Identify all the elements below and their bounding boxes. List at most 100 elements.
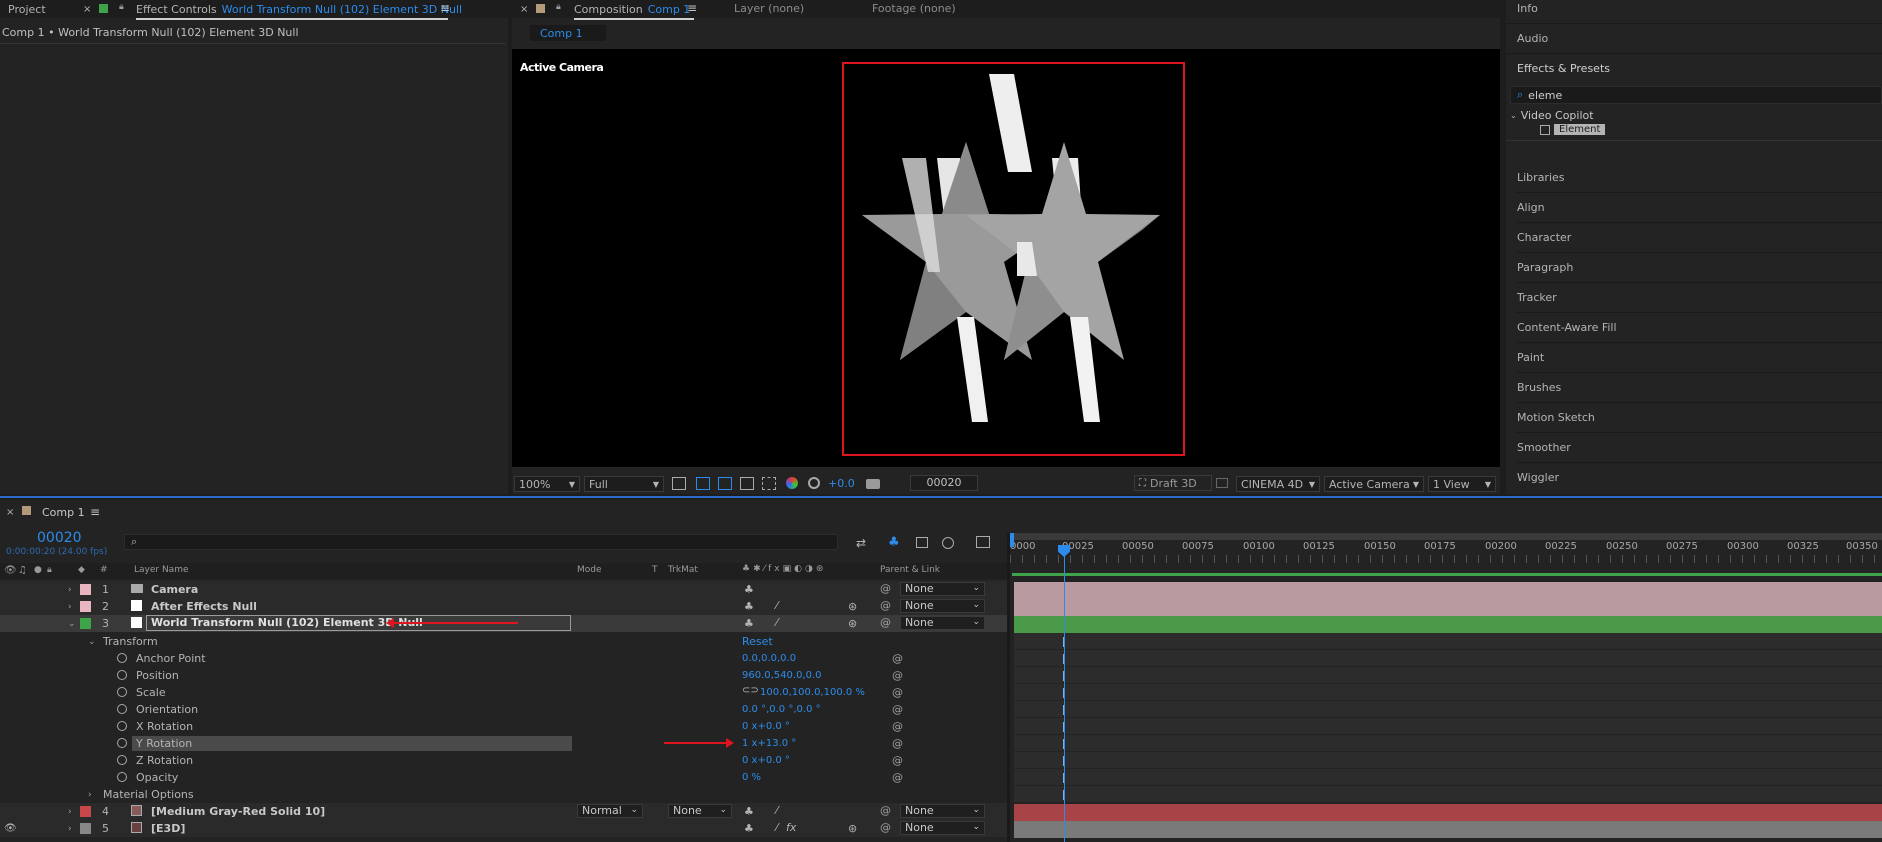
mask-visibility-icon[interactable]	[718, 477, 732, 490]
expression-pickwhip-icon[interactable]: @	[892, 686, 903, 699]
transform-group[interactable]: ⌄ Transform Reset	[0, 633, 1007, 650]
parent-dropdown[interactable]: None ⌄	[900, 821, 985, 835]
3d-ground-plane-icon[interactable]	[1216, 478, 1228, 488]
tab-layer[interactable]: Layer (none)	[734, 2, 804, 15]
shy-layers-icon[interactable]: ♣	[888, 535, 900, 550]
material-options-group[interactable]: › Material Options	[0, 786, 1007, 803]
3d-layer-icon[interactable]: ⊛	[848, 600, 857, 613]
layout-dropdown[interactable]: 1 View ▼	[1428, 476, 1496, 492]
expand-icon[interactable]: ›	[68, 807, 72, 817]
layer-row-selected[interactable]: ⌄ 3 World Transform Null (102) Element 3…	[0, 615, 1007, 632]
stopwatch-icon[interactable]	[117, 704, 127, 714]
shy-icon[interactable]: ♣	[744, 617, 754, 630]
shy-icon[interactable]: ♣	[744, 600, 754, 613]
current-time-field[interactable]: 00020	[910, 475, 978, 491]
visibility-eye-icon[interactable]: 👁︎	[4, 823, 17, 834]
expand-icon[interactable]: ›	[68, 585, 72, 595]
property-row[interactable]: Opacity 0 % @	[0, 769, 1007, 786]
composition-viewer[interactable]: Active Camera	[512, 49, 1500, 467]
stopwatch-icon[interactable]	[117, 670, 127, 680]
work-area-bar[interactable]	[1010, 533, 1882, 540]
zoom-dropdown[interactable]: 100% ▼	[514, 476, 580, 492]
panel-audio[interactable]: Audio	[1517, 32, 1548, 45]
motion-blur-icon[interactable]	[942, 537, 954, 549]
tab-composition[interactable]: Composition Comp 1	[574, 0, 694, 20]
panel-character[interactable]: Character	[1517, 223, 1882, 253]
shy-icon[interactable]: ♣	[744, 822, 754, 835]
layer-bar-camera[interactable]	[1014, 582, 1882, 599]
reset-link[interactable]: Reset	[742, 635, 773, 648]
close-icon[interactable]: ×	[6, 507, 14, 518]
color-management-icon[interactable]	[808, 477, 820, 489]
pickwhip-icon[interactable]: @	[880, 582, 891, 595]
panel-libraries[interactable]: Libraries	[1517, 163, 1882, 193]
quality-icon[interactable]: ⁄	[776, 804, 778, 817]
pickwhip-icon[interactable]: @	[880, 821, 891, 834]
expression-pickwhip-icon[interactable]: @	[892, 754, 903, 767]
lock-icon[interactable]: 🔒︎	[119, 2, 124, 12]
panel-brushes[interactable]: Brushes	[1517, 373, 1882, 403]
renderer-dropdown[interactable]: CINEMA 4D ▼	[1236, 476, 1320, 492]
expression-pickwhip-icon[interactable]: @	[892, 720, 903, 733]
transparency-grid-icon[interactable]	[696, 477, 710, 490]
expression-pickwhip-icon[interactable]: @	[892, 669, 903, 682]
snapshot-icon[interactable]	[866, 479, 880, 489]
property-row[interactable]: Z Rotation 0 x+0.0 ° @	[0, 752, 1007, 769]
layer-row[interactable]: 👁︎ › 5 [E3D] ♣ ⁄ fx ⊛ @ None ⌄	[0, 820, 1007, 837]
collapse-icon[interactable]: ⌄	[68, 619, 76, 629]
panel-info[interactable]: Info	[1517, 2, 1538, 15]
tab-footage[interactable]: Footage (none)	[872, 2, 956, 15]
trkmat-dropdown[interactable]: None ⌄	[668, 804, 732, 818]
panel-align[interactable]: Align	[1517, 193, 1882, 223]
quality-icon[interactable]: ⁄	[776, 821, 778, 834]
close-icon[interactable]: ×	[83, 4, 91, 15]
resolution-dropdown[interactable]: Full ▼	[584, 476, 664, 492]
lock-icon[interactable]: 🔒︎	[556, 2, 561, 12]
parent-dropdown[interactable]: None ⌄	[900, 804, 985, 818]
stopwatch-icon[interactable]	[117, 653, 127, 663]
layer-row[interactable]: › 2 After Effects Null ♣ ⁄ ⊛ @ None ⌄	[0, 598, 1007, 615]
shy-icon[interactable]: ♣	[744, 805, 754, 818]
parent-pickwhip-icon[interactable]: ♣	[744, 583, 754, 596]
parent-dropdown[interactable]: None ⌄	[900, 616, 985, 630]
panel-menu-icon[interactable]: ≡	[687, 1, 697, 15]
stopwatch-icon[interactable]	[117, 687, 127, 697]
quality-icon[interactable]: ⁄	[776, 616, 778, 629]
panel-content-aware-fill[interactable]: Content-Aware Fill	[1517, 313, 1882, 343]
property-row[interactable]: Scale ⊂⊃ 100.0,100.0,100.0 % @	[0, 684, 1007, 701]
layer-row[interactable]: › 1 Camera ♣ @ None ⌄	[0, 581, 1007, 598]
layer-bar-solid[interactable]	[1014, 804, 1882, 821]
tab-comp1[interactable]: Comp 1	[42, 506, 85, 519]
timeline-current-time[interactable]: 00020	[37, 530, 82, 546]
quality-icon[interactable]: ⁄	[776, 599, 778, 612]
pickwhip-icon[interactable]: @	[880, 599, 891, 612]
parent-dropdown[interactable]: None ⌄	[900, 599, 985, 613]
expand-icon[interactable]: ›	[88, 790, 92, 800]
stopwatch-icon[interactable]	[117, 738, 127, 748]
panel-paragraph[interactable]: Paragraph	[1517, 253, 1882, 283]
collapse-icon[interactable]: ⌄	[88, 637, 96, 647]
property-row-selected[interactable]: Y Rotation 1 x+13.0 ° @	[0, 735, 1007, 752]
layer-search-input[interactable]: ⌕	[124, 534, 838, 550]
panel-wiggler[interactable]: Wiggler	[1517, 463, 1882, 493]
layer-bar-null[interactable]	[1014, 599, 1882, 616]
graph-editor-icon[interactable]	[976, 536, 990, 548]
expand-icon[interactable]: ›	[68, 824, 72, 834]
exposure-value[interactable]: +0.0	[828, 477, 855, 490]
expand-icon[interactable]: ›	[68, 602, 72, 612]
time-ruler[interactable]: 0000 00025 00050 00075 00100 00125 00150…	[1010, 533, 1882, 579]
work-area-start[interactable]	[1010, 533, 1014, 547]
property-row[interactable]: Orientation 0.0 °,0.0 °,0.0 ° @	[0, 701, 1007, 718]
frame-blending-icon[interactable]	[916, 537, 928, 548]
grid-guides-icon[interactable]	[762, 477, 776, 490]
stopwatch-icon[interactable]	[117, 755, 127, 765]
tab-project[interactable]: Project	[0, 0, 54, 18]
3d-layer-icon[interactable]: ⊛	[848, 822, 857, 835]
parent-dropdown[interactable]: None ⌄	[900, 582, 985, 596]
property-row[interactable]: Position 960.0,540.0,0.0 @	[0, 667, 1007, 684]
expression-pickwhip-icon[interactable]: @	[892, 737, 903, 750]
panel-menu-icon[interactable]: ≡	[440, 1, 450, 15]
panel-tracker[interactable]: Tracker	[1517, 283, 1882, 313]
layer-row[interactable]: › 4 [Medium Gray-Red Solid 10] Normal ⌄ N…	[0, 803, 1007, 820]
expression-pickwhip-icon[interactable]: @	[892, 771, 903, 784]
